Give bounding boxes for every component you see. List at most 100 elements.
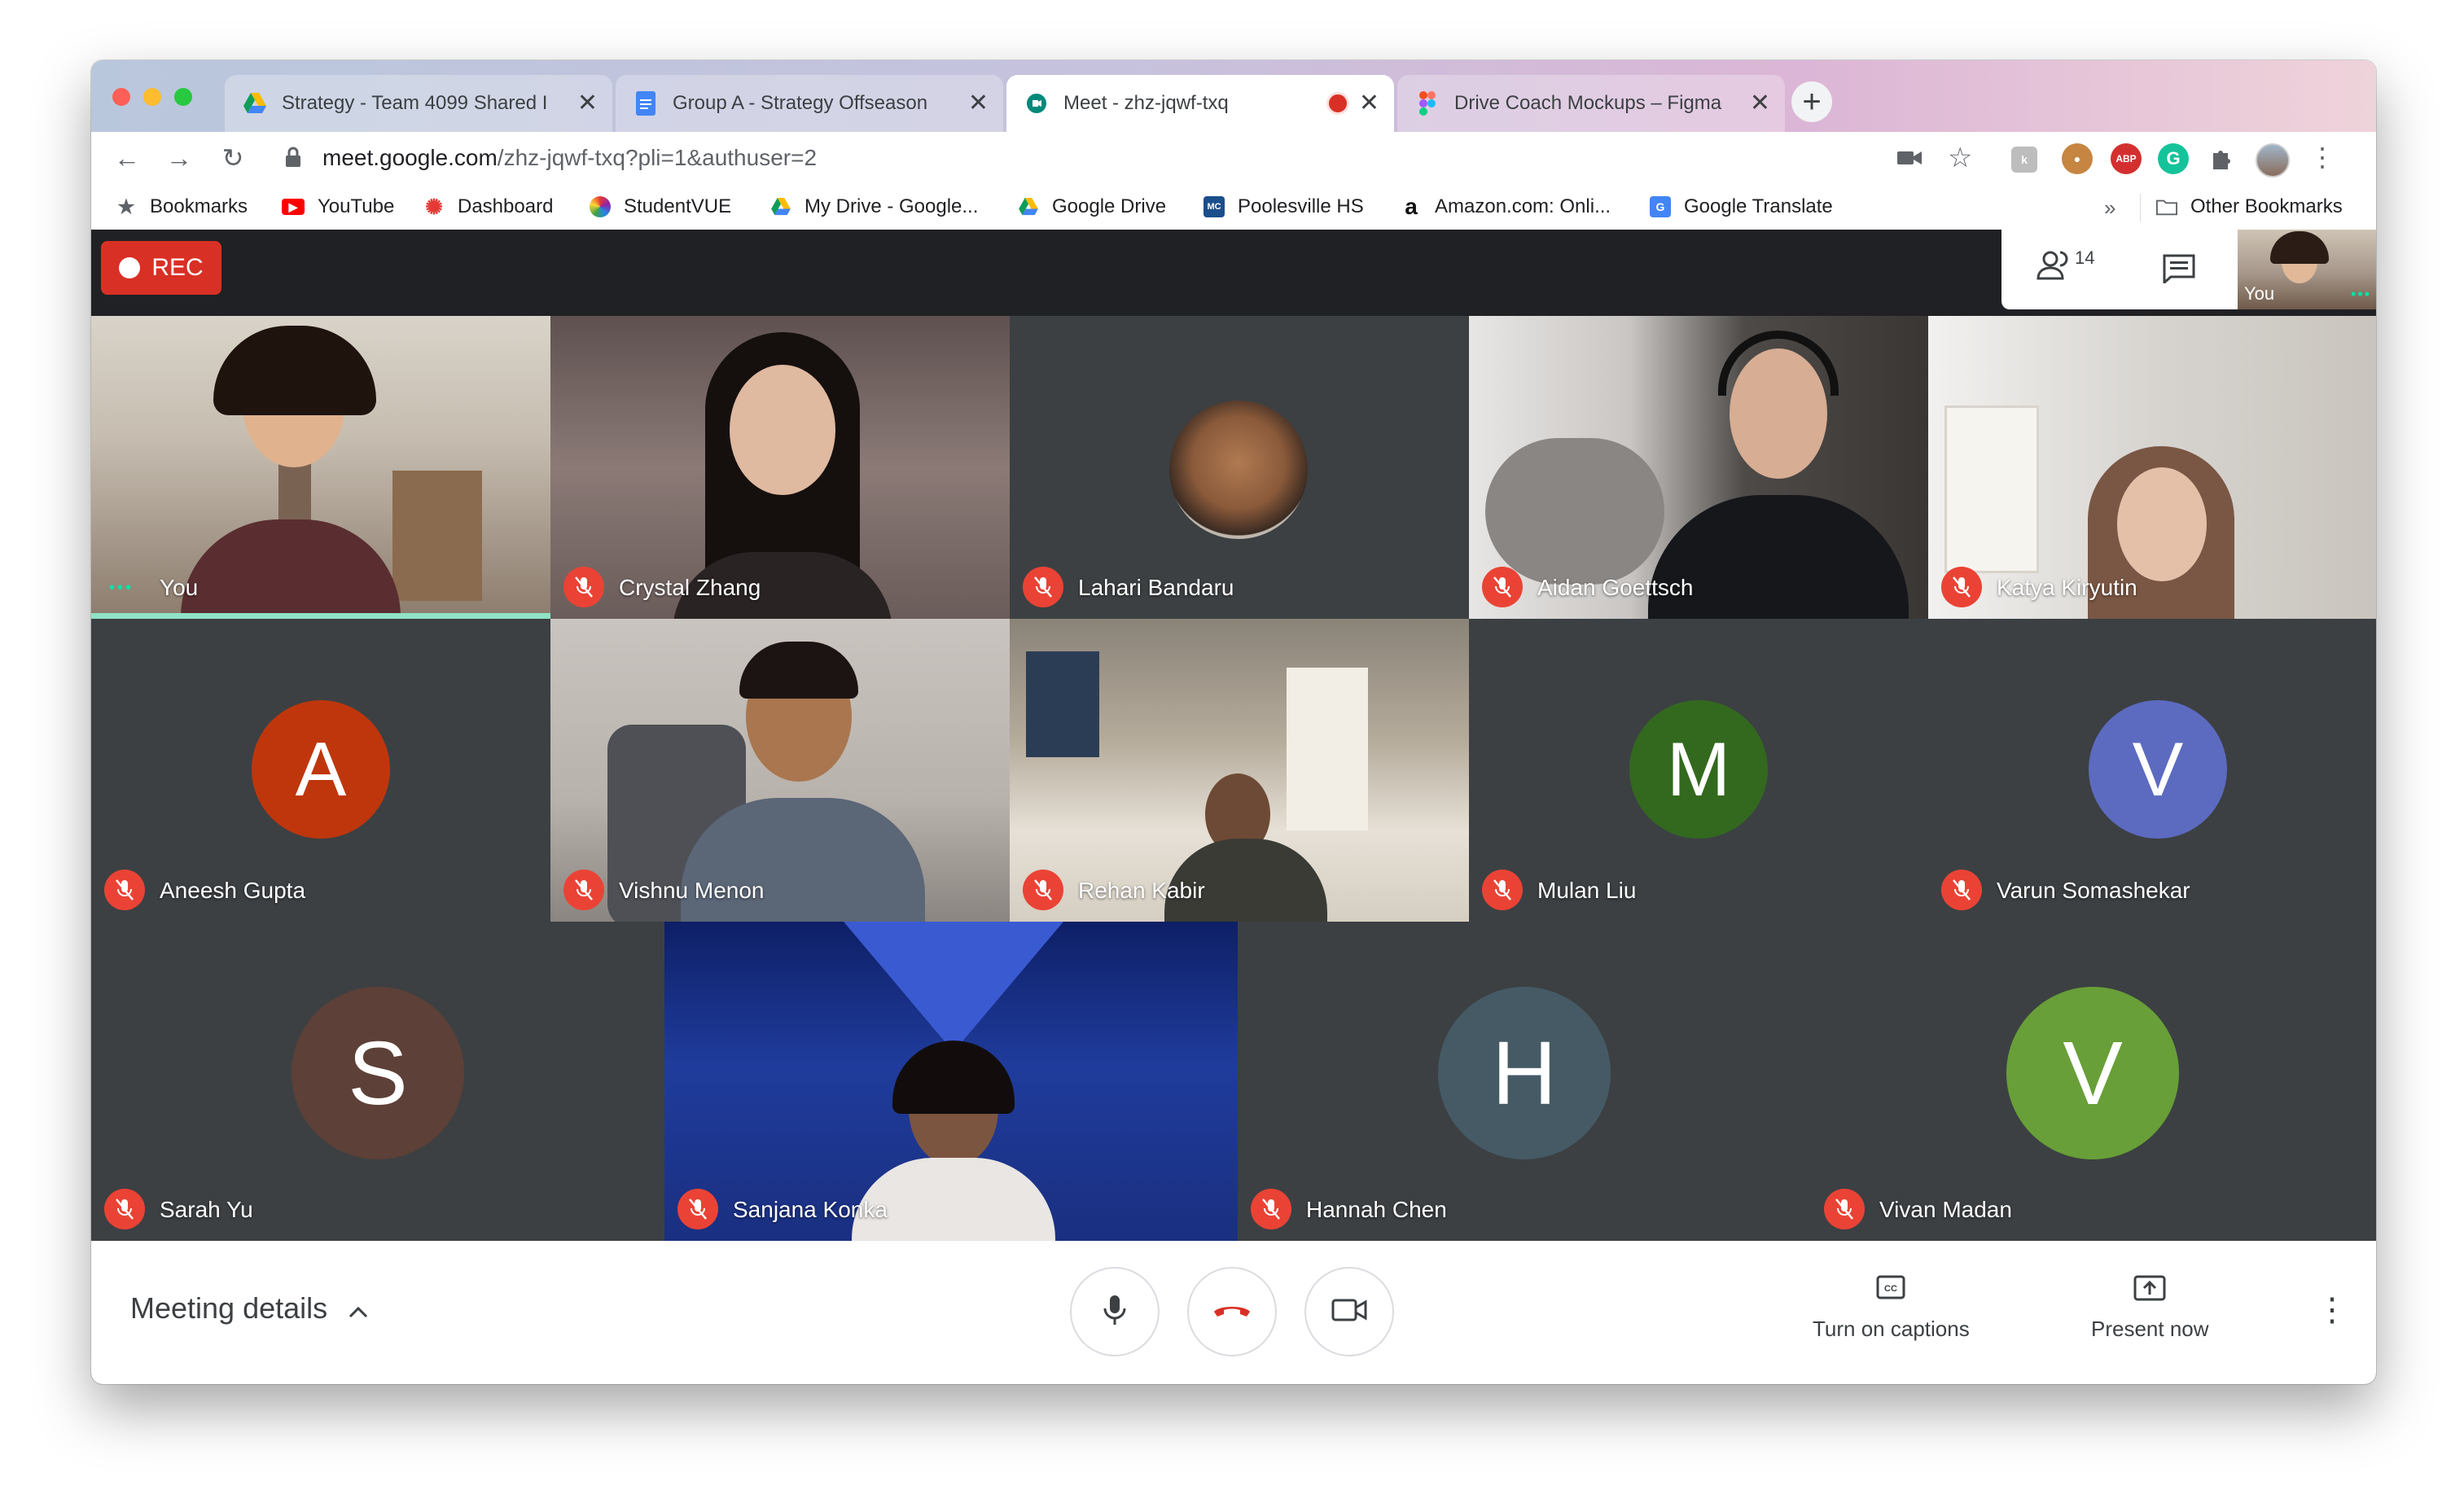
meet-bottom-bar: Meeting details CC Turn on captions Pres…	[91, 1241, 2376, 1384]
participant-tile[interactable]: S Sarah Yu	[91, 922, 664, 1241]
participant-tile[interactable]: Lahari Bandaru	[1010, 316, 1469, 619]
bookmark-item[interactable]: My Drive - Google...	[770, 195, 978, 218]
avatar: V	[2006, 987, 2179, 1159]
address-bar[interactable]: meet.google.com/zhz-jqwf-txq?pli=1&authu…	[322, 145, 817, 171]
person-hair	[739, 642, 858, 699]
bookmark-item[interactable]: a Amazon.com: Onli...	[1401, 194, 1611, 219]
bookmark-item[interactable]: StudentVUE	[590, 195, 731, 218]
participant-name: Crystal Zhang	[619, 575, 761, 600]
minimize-window-button[interactable]	[143, 88, 161, 106]
grammarly-icon[interactable]: G	[2158, 143, 2189, 174]
studentvue-icon	[590, 196, 611, 217]
bookmark-item[interactable]: ▶ YouTube	[282, 195, 394, 218]
adblock-plus-icon[interactable]: ABP	[2111, 143, 2142, 174]
youtube-icon: ▶	[282, 199, 305, 215]
bookmark-label: Google Drive	[1052, 195, 1167, 217]
participant-tile[interactable]: H Hannah Chen	[1238, 922, 1811, 1241]
participant-name: Lahari Bandaru	[1078, 575, 1234, 600]
participant-tile[interactable]: V Varun Somashekar	[1928, 619, 2376, 922]
self-preview-label: You	[2244, 283, 2275, 304]
meet-top-right-panel: 14 You •••	[2001, 230, 2376, 309]
mic-off-icon	[104, 1189, 145, 1229]
participant-tile[interactable]: Katya Kiryutin	[1928, 316, 2376, 619]
participant-name: Hannah Chen	[1306, 1197, 1447, 1222]
browser-menu-icon[interactable]: ⋮	[2309, 142, 2335, 173]
participant-tile[interactable]: Rehan Kabir	[1010, 619, 1469, 922]
zoom-window-button[interactable]	[174, 88, 192, 106]
microphone-button[interactable]	[1070, 1267, 1160, 1356]
tab-title: Meet - zhz-jqwf-txq	[1063, 92, 1229, 114]
tab-figma[interactable]: Drive Coach Mockups – Figma ✕	[1397, 75, 1785, 132]
close-window-button[interactable]	[112, 88, 130, 106]
tab-group-a[interactable]: Group A - Strategy Offseason ✕	[616, 75, 1003, 132]
google-drive-icon	[770, 196, 791, 217]
closed-captions-icon: CC	[1876, 1275, 1905, 1305]
participant-tile[interactable]: M Mulan Liu	[1469, 619, 1928, 922]
extensions-puzzle-icon[interactable]	[2208, 147, 2233, 175]
bookmark-label: Poolesville HS	[1238, 195, 1364, 217]
more-options-icon[interactable]: •••	[2351, 286, 2371, 303]
back-button[interactable]: ←	[109, 140, 145, 176]
close-tab-icon[interactable]: ✕	[1750, 91, 1770, 116]
chat-button[interactable]	[2163, 254, 2195, 287]
url-host: meet.google.com	[322, 145, 498, 170]
bookmark-item[interactable]: Google Drive	[1018, 195, 1166, 218]
window-controls	[112, 88, 192, 106]
close-tab-icon[interactable]: ✕	[577, 91, 598, 116]
leave-call-button[interactable]	[1187, 1267, 1277, 1356]
bookshelf	[392, 471, 482, 601]
extension-k-icon[interactable]: k	[2011, 147, 2037, 173]
participant-tile[interactable]: Aidan Goettsch	[1469, 316, 1928, 619]
captions-label: Turn on captions	[1813, 1317, 1970, 1341]
forward-button[interactable]: →	[161, 140, 197, 176]
meeting-details-button[interactable]: Meeting details	[130, 1291, 368, 1326]
close-tab-icon[interactable]: ✕	[1359, 91, 1379, 116]
record-dot-icon	[119, 257, 141, 278]
present-now-button[interactable]: Present now	[2091, 1275, 2209, 1342]
participant-tile[interactable]: Sanjana Konka	[664, 922, 1238, 1241]
bookmark-item[interactable]: G Google Translate	[1650, 195, 1833, 218]
new-tab-button[interactable]: +	[1791, 81, 1832, 122]
hang-up-icon	[1212, 1300, 1252, 1324]
bookmark-item[interactable]: ★ Bookmarks	[116, 195, 248, 218]
turn-on-captions-button[interactable]: CC Turn on captions	[1813, 1275, 1970, 1342]
camera-button[interactable]	[1304, 1267, 1394, 1356]
more-options-icon[interactable]: ⋮	[2316, 1291, 2348, 1329]
participant-tile[interactable]: V Vivan Madan	[1811, 922, 2376, 1241]
camera-in-use-icon[interactable]	[1897, 148, 1922, 172]
tab-strategy[interactable]: Strategy - Team 4099 Shared I ✕	[225, 75, 612, 132]
mic-off-icon	[1941, 870, 1982, 910]
google-meet-icon	[1024, 91, 1049, 116]
more-options-icon[interactable]: •••	[109, 579, 134, 598]
bookmarks-overflow-button[interactable]: »	[2104, 195, 2115, 221]
person-face	[730, 365, 835, 495]
people-button[interactable]: 14	[2036, 248, 2094, 286]
bookmark-item[interactable]: MC Poolesville HS	[1204, 195, 1364, 218]
bookmark-star-icon[interactable]: ☆	[1948, 142, 1972, 174]
mic-off-icon	[1023, 870, 1063, 910]
bookmark-label: YouTube	[318, 195, 395, 217]
profile-avatar[interactable]	[2256, 143, 2290, 177]
participant-tile[interactable]: ••• You	[91, 316, 550, 619]
participant-name: You	[160, 575, 199, 600]
bookmark-item[interactable]: ✺ Dashboard	[423, 195, 553, 219]
avatar: A	[252, 700, 390, 839]
participant-tile[interactable]: Vishnu Menon	[550, 619, 1010, 922]
avatar: S	[292, 987, 464, 1159]
mic-off-icon	[1023, 567, 1063, 607]
browser-toolbar: ← → ↻ meet.google.com/zhz-jqwf-txq?pli=1…	[91, 132, 2376, 186]
participant-tile[interactable]: A Aneesh Gupta	[91, 619, 550, 922]
close-tab-icon[interactable]: ✕	[968, 91, 989, 116]
cookie-extension-icon[interactable]: ●	[2062, 143, 2093, 174]
self-preview[interactable]: You •••	[2238, 230, 2376, 309]
mic-off-icon	[104, 870, 145, 910]
tab-meet[interactable]: Meet - zhz-jqwf-txq ✕	[1006, 75, 1394, 132]
camera-icon	[1331, 1298, 1367, 1326]
reload-button[interactable]: ↻	[215, 140, 251, 176]
other-bookmarks[interactable]: Other Bookmarks	[2156, 195, 2343, 218]
mic-off-icon	[1251, 1189, 1291, 1229]
participant-name: Sarah Yu	[160, 1197, 253, 1222]
participant-tile[interactable]: Crystal Zhang	[550, 316, 1010, 619]
present-screen-icon	[2133, 1275, 2166, 1307]
recording-badge: REC	[101, 241, 221, 295]
